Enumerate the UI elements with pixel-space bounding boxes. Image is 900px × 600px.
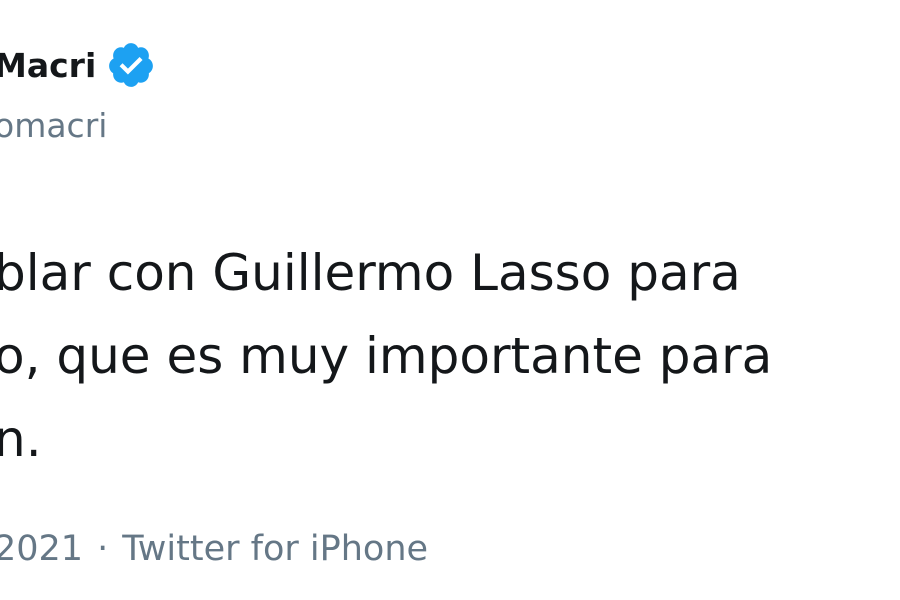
user-handle[interactable]: omacri xyxy=(0,109,107,142)
tweet-date[interactable]: 2021 xyxy=(0,529,83,569)
verified-badge-icon-svg xyxy=(109,43,154,87)
tweet-card: Macri omacri blar con Guillermo Lasso pa… xyxy=(0,0,900,600)
tweet-text-line: n. xyxy=(0,410,42,468)
tweet-metadata: 2021 · Twitter for iPhone xyxy=(0,532,428,567)
tweet-text: blar con Guillermo Lasso para o, que es … xyxy=(0,232,900,481)
verified-badge-icon xyxy=(106,40,156,90)
meta-separator: · xyxy=(97,529,109,569)
tweet-text-line: blar con Guillermo Lasso para xyxy=(0,244,741,302)
tweet-text-line: o, que es muy importante para xyxy=(0,327,773,385)
tweet-header: Macri xyxy=(0,40,156,90)
tweet-source-link[interactable]: Twitter for iPhone xyxy=(122,529,428,569)
display-name[interactable]: Macri xyxy=(0,49,96,82)
